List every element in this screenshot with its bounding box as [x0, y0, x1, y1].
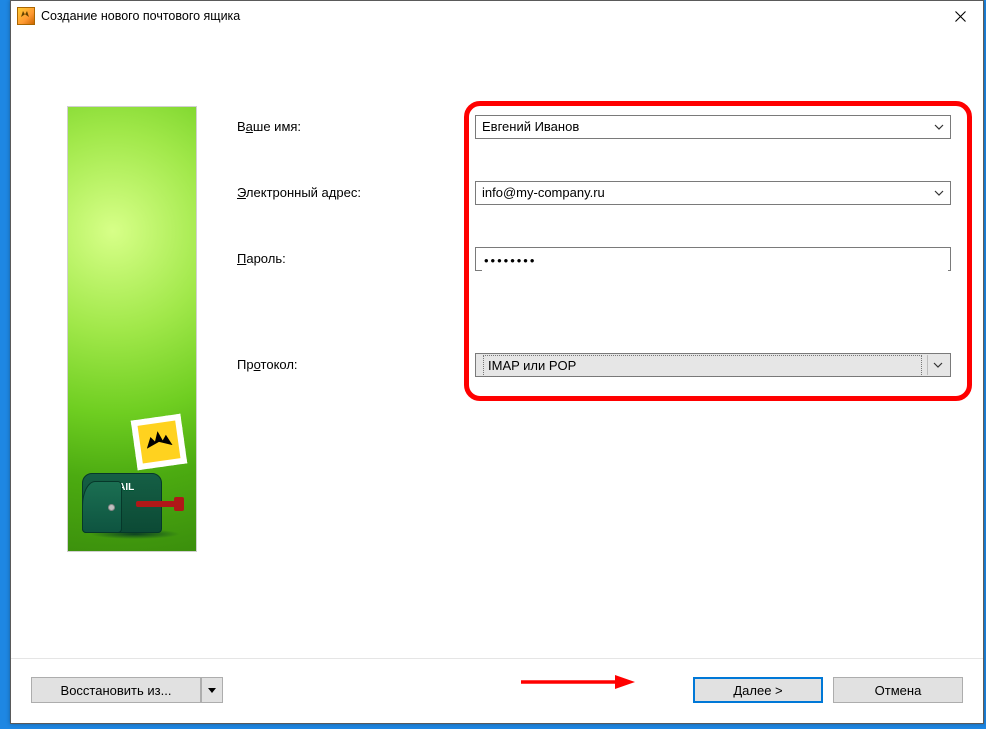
protocol-value: IMAP или POP [483, 355, 922, 377]
mailbox-illustration [82, 423, 182, 533]
title-bar: Создание нового почтового ящика [11, 1, 983, 32]
wizard-sidebar-image [67, 106, 197, 552]
window-title: Создание нового почтового ящика [41, 9, 937, 23]
name-combobox[interactable]: Евгений Иванов [475, 115, 951, 139]
email-combobox[interactable]: info@my-company.ru [475, 181, 951, 205]
restore-from-button[interactable]: Восстановить из... [31, 677, 201, 703]
close-button[interactable] [937, 1, 983, 31]
app-icon [17, 7, 35, 25]
protocol-combobox[interactable]: IMAP или POP [475, 353, 951, 377]
footer-bar: Восстановить из... Далее > Отмена [11, 658, 983, 723]
restore-from-dropdown[interactable] [201, 677, 223, 703]
chevron-down-icon[interactable] [932, 186, 946, 200]
label-name: Ваше имя: [237, 119, 301, 134]
bat-stamp-icon [131, 414, 187, 470]
password-input[interactable] [475, 247, 951, 271]
dialog-window: Создание нового почтового ящика Ваше имя… [10, 0, 984, 724]
email-value: info@my-company.ru [482, 182, 944, 204]
content-area: Ваше имя: Электронный адрес: Пароль: Про… [25, 51, 969, 643]
chevron-down-icon[interactable] [927, 355, 948, 375]
label-password: Пароль: [237, 251, 286, 266]
close-icon [955, 11, 966, 22]
name-value: Евгений Иванов [482, 116, 944, 138]
triangle-down-icon [207, 685, 217, 695]
chevron-down-icon[interactable] [932, 120, 946, 134]
label-email: Электронный адрес: [237, 185, 361, 200]
password-field[interactable] [482, 248, 948, 272]
label-protocol: Протокол: [237, 357, 298, 372]
next-button[interactable]: Далее > [693, 677, 823, 703]
cancel-button[interactable]: Отмена [833, 677, 963, 703]
